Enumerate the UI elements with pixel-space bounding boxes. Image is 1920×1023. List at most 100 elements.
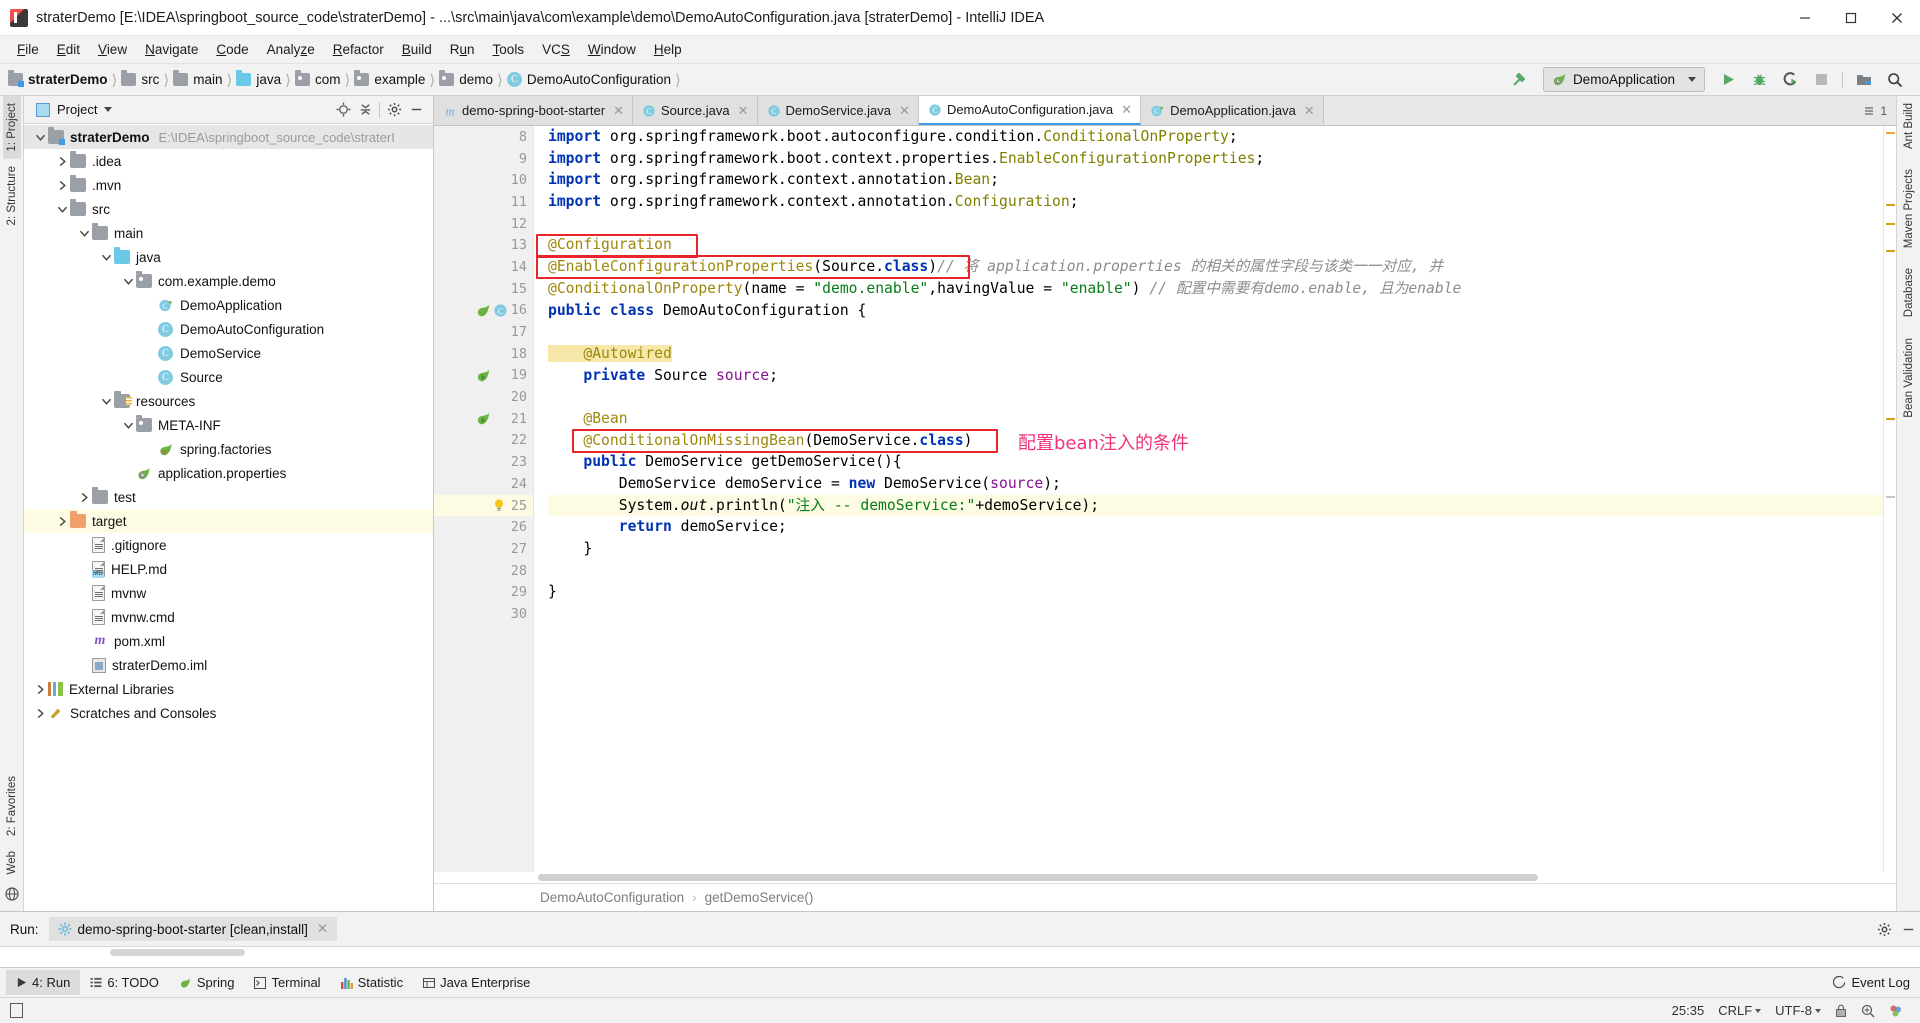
inspection-icon[interactable] <box>1854 1004 1882 1018</box>
menu-refactor[interactable]: Refactor <box>324 39 393 60</box>
tree-node-resources[interactable]: resources <box>24 389 433 413</box>
tree-node-mvnw-cmd[interactable]: mvnw.cmd <box>24 605 433 629</box>
tree-node--idea[interactable]: .idea <box>24 149 433 173</box>
breadcrumb-item-class[interactable]: C DemoAutoConfiguration <box>506 72 671 87</box>
code-line-13[interactable]: @Configuration <box>548 234 1883 256</box>
chevron-down-icon[interactable] <box>120 273 136 289</box>
breadcrumb-item-example[interactable]: example <box>354 70 425 87</box>
code-line-30[interactable] <box>548 603 1883 625</box>
gutter-line-23[interactable]: 23 <box>434 451 533 473</box>
tree-node-help-md[interactable]: MD HELP.md <box>24 557 433 581</box>
close-tab-icon[interactable]: ✕ <box>899 103 910 119</box>
code-line-19[interactable]: private Source source; <box>548 365 1883 387</box>
gutter-line-24[interactable]: 24 <box>434 473 533 495</box>
chevron-down-icon[interactable] <box>76 225 92 241</box>
gutter-line-26[interactable]: 26 <box>434 516 533 538</box>
code-line-26[interactable]: return demoService; <box>548 516 1883 538</box>
run-with-coverage-icon[interactable] <box>1777 67 1804 92</box>
gutter-line-25[interactable]: 25 <box>434 494 533 517</box>
bottom-tab-todo[interactable]: 6: TODO <box>80 970 169 995</box>
gutter-line-27[interactable]: 27 <box>434 538 533 560</box>
tree-node-external-libraries[interactable]: External Libraries <box>24 677 433 701</box>
chevron-down-icon[interactable] <box>98 249 114 265</box>
scheme-icon[interactable] <box>1882 1004 1910 1018</box>
tree-node-meta-inf[interactable]: META-INF <box>24 413 433 437</box>
tree-node-application-properties[interactable]: application.properties <box>24 461 433 485</box>
close-tab-icon[interactable]: ✕ <box>1304 103 1315 119</box>
editor-tab-overflow[interactable]: 1 <box>1855 96 1896 125</box>
code-line-8[interactable]: import org.springframework.boot.autoconf… <box>548 126 1883 148</box>
menu-build[interactable]: Build <box>393 39 441 60</box>
code-line-9[interactable]: import org.springframework.boot.context.… <box>548 148 1883 170</box>
menu-help[interactable]: Help <box>645 39 691 60</box>
code-line-17[interactable] <box>548 321 1883 343</box>
tree-node-pom-xml[interactable]: m pom.xml <box>24 629 433 653</box>
gutter-line-14[interactable]: 14 <box>434 256 533 278</box>
code-line-11[interactable]: import org.springframework.context.annot… <box>548 191 1883 213</box>
chevron-down-icon[interactable] <box>32 129 48 145</box>
locate-icon[interactable] <box>332 99 354 121</box>
chevron-right-icon[interactable] <box>54 177 70 193</box>
gutter-line-13[interactable]: 13 <box>434 234 533 256</box>
menu-code[interactable]: Code <box>207 39 257 60</box>
maximize-button[interactable] <box>1828 0 1874 36</box>
breadcrumb-method[interactable]: getDemoService() <box>705 890 814 905</box>
code-line-24[interactable]: DemoService demoService = new DemoServic… <box>548 473 1883 495</box>
tree-node-demoautoconfiguration[interactable]: C DemoAutoConfiguration <box>24 317 433 341</box>
tool-window-ant-build[interactable]: Ant Build <box>1900 96 1918 156</box>
file-encoding[interactable]: UTF-8 <box>1768 1003 1828 1018</box>
tree-node-main[interactable]: main <box>24 221 433 245</box>
chevron-down-icon[interactable] <box>54 201 70 217</box>
close-icon[interactable]: ✕ <box>317 921 328 937</box>
code-line-12[interactable] <box>548 213 1883 235</box>
code-line-10[interactable]: import org.springframework.context.annot… <box>548 169 1883 191</box>
breadcrumb-item-java[interactable]: java <box>236 70 281 87</box>
gutter-line-18[interactable]: 18 <box>434 343 533 365</box>
project-tree[interactable]: straterDemo E:\IDEA\springboot_source_cod… <box>24 124 433 911</box>
gutter-line-28[interactable]: 28 <box>434 560 533 582</box>
menu-navigate[interactable]: Navigate <box>136 39 207 60</box>
build-hammer-icon[interactable] <box>1506 67 1533 92</box>
scrollbar-thumb[interactable] <box>538 874 1538 881</box>
chevron-right-icon[interactable] <box>54 513 70 529</box>
editor-tab-demoautoconfiguration-java[interactable]: C DemoAutoConfiguration.java ✕ <box>918 96 1142 125</box>
menu-file[interactable]: File <box>8 39 48 60</box>
menu-edit[interactable]: Edit <box>48 39 89 60</box>
code-line-25[interactable]: System.out.println("注入 -- demoService:"+… <box>548 494 1883 517</box>
run-configuration-selector[interactable]: DemoApplication <box>1542 67 1705 92</box>
gear-icon[interactable] <box>1872 917 1896 941</box>
bottom-tab-run[interactable]: 4: Run <box>6 970 81 995</box>
code-line-27[interactable]: } <box>548 538 1883 560</box>
code-line-29[interactable]: } <box>548 581 1883 603</box>
tool-window-bean-validation[interactable]: Bean Validation <box>1900 331 1918 425</box>
tool-window-database[interactable]: Database <box>1900 261 1918 324</box>
code-line-22[interactable]: @ConditionalOnMissingBean(DemoService.cl… <box>548 430 1883 452</box>
hide-icon[interactable] <box>1896 917 1920 941</box>
gutter-line-15[interactable]: 15 <box>434 278 533 300</box>
chevron-down-icon[interactable] <box>104 107 113 112</box>
caret-position[interactable]: 25:35 <box>1665 1003 1712 1018</box>
gutter-line-17[interactable]: 17 <box>434 321 533 343</box>
code-line-21[interactable]: @Bean <box>548 408 1883 430</box>
run-console-output[interactable] <box>0 946 1920 967</box>
tree-node-straterdemo[interactable]: straterDemo E:\IDEA\springboot_source_cod… <box>24 125 433 149</box>
minimize-button[interactable] <box>1782 0 1828 36</box>
tree-node-target[interactable]: target <box>24 509 433 533</box>
debug-icon[interactable] <box>1746 67 1773 92</box>
close-button[interactable] <box>1874 0 1920 36</box>
breadcrumb-item-src[interactable]: src <box>121 70 159 87</box>
bottom-tab-spring[interactable]: Spring <box>169 970 245 995</box>
breadcrumb-item-com[interactable]: com <box>295 70 341 87</box>
tree-node-scratches-and-consoles[interactable]: Scratches and Consoles <box>24 701 433 725</box>
code-line-16[interactable]: public class DemoAutoConfiguration { <box>548 300 1883 322</box>
breadcrumb-item-straterDemo[interactable]: straterDemo <box>8 70 108 87</box>
tree-node-test[interactable]: test <box>24 485 433 509</box>
collapse-all-icon[interactable] <box>354 99 376 121</box>
tree-node-mvnw[interactable]: mvnw <box>24 581 433 605</box>
bottom-tab-statistic[interactable]: Statistic <box>331 970 414 995</box>
tree-node-demoapplication[interactable]: C DemoApplication <box>24 293 433 317</box>
code-line-28[interactable] <box>548 560 1883 582</box>
event-log-button[interactable]: Event Log <box>1823 970 1920 995</box>
gutter-line-10[interactable]: 10 <box>434 169 533 191</box>
breadcrumb-item-demo[interactable]: demo <box>439 70 493 87</box>
